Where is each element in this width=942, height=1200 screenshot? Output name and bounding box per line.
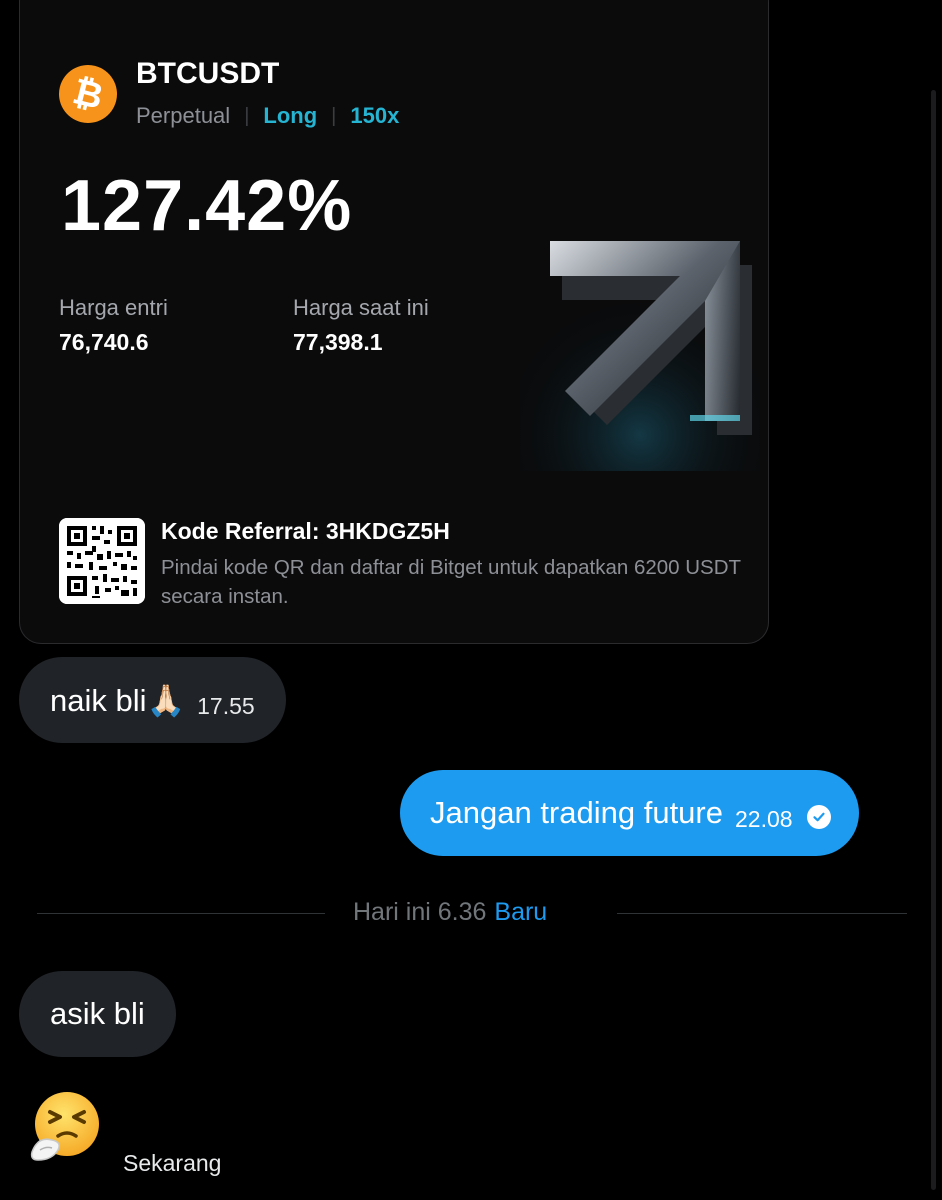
qr-code (59, 518, 145, 604)
meta-separator: | (244, 104, 250, 127)
incoming-message[interactable]: naik bli🙏🏻 17.55 (19, 657, 286, 743)
scrollbar[interactable] (931, 90, 936, 1190)
bitcoin-icon: ₿ (52, 58, 124, 130)
outgoing-message[interactable]: Jangan trading future 22.08 (400, 770, 859, 856)
roi-percentage: 127.42% (61, 166, 353, 246)
meta-separator: | (331, 104, 337, 127)
divider-line-left (37, 913, 325, 914)
up-right-arrow-illustration (520, 231, 760, 471)
referral-description: Pindai kode QR dan daftar di Bitget untu… (161, 556, 741, 608)
position-meta: Perpetual | Long | 150x (136, 103, 399, 129)
referral-code: Kode Referral: 3HKDGZ5H (161, 518, 450, 544)
divider-line-right (617, 913, 907, 914)
reaction-time: Sekarang (123, 1150, 222, 1176)
divider-date: Hari ini 6.36 (353, 898, 487, 926)
position-side: Long (263, 103, 318, 128)
chat-screen: ₿ BTCUSDT Perpetual | Long | 150x 127.42… (0, 0, 942, 1200)
contract-type: Perpetual (136, 103, 231, 128)
day-divider: Hari ini 6.36 Baru (353, 898, 547, 927)
message-time: 22.08 (735, 805, 793, 832)
read-check-icon (806, 805, 831, 829)
entry-price-label: Harga entri (59, 295, 168, 320)
shared-trade-card[interactable]: ₿ BTCUSDT Perpetual | Long | 150x 127.42… (19, 0, 769, 644)
current-price-label: Harga saat ini (293, 295, 429, 320)
message-text: Jangan trading future (430, 795, 723, 830)
message-text: naik bli🙏🏻 (50, 682, 186, 718)
entry-price-value: 76,740.6 (59, 329, 149, 355)
trading-pair: BTCUSDT (136, 57, 280, 90)
incoming-message[interactable]: asik bli (19, 971, 176, 1057)
leverage: 150x (350, 103, 400, 128)
sneezing-face-icon[interactable] (28, 1090, 102, 1164)
message-time: 17.55 (197, 692, 255, 719)
new-badge: Baru (494, 898, 548, 926)
message-text: asik bli (50, 996, 145, 1031)
current-price-value: 77,398.1 (293, 329, 383, 355)
